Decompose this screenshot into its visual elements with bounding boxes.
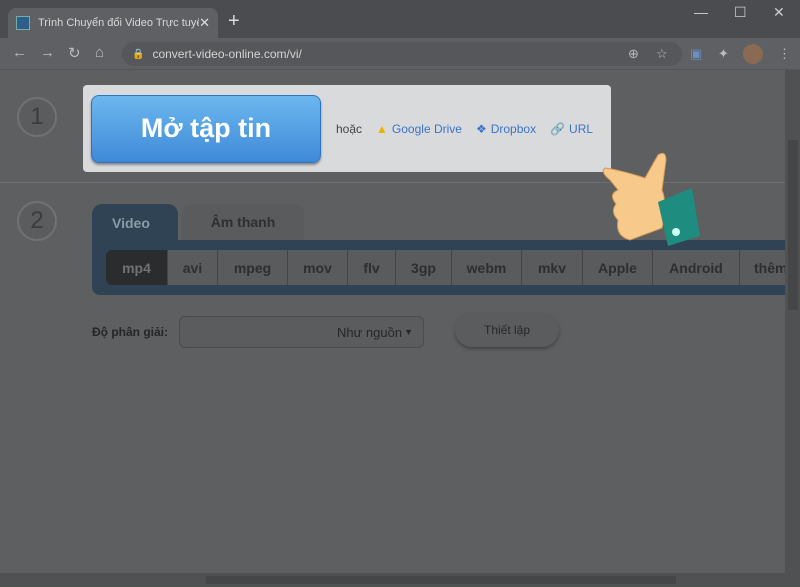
format-list: mp4 avi mpeg mov flv 3gp webm mkv Apple … bbox=[106, 250, 785, 285]
maximize-icon[interactable]: ☐ bbox=[734, 4, 747, 21]
translate-icon[interactable]: ▣ bbox=[690, 46, 702, 62]
minimize-icon[interactable]: — bbox=[694, 4, 708, 20]
url-label: URL bbox=[569, 121, 594, 136]
tab-title: Trình Chuyển đổi Video Trực tuyến bbox=[38, 17, 200, 29]
extensions-icon[interactable]: ✦ bbox=[718, 46, 729, 62]
browser-tab-bar: Trình Chuyển đổi Video Trực tuyến ✕ + — … bbox=[0, 0, 800, 38]
back-icon[interactable]: ← bbox=[12, 44, 27, 61]
horizontal-scroll-thumb[interactable] bbox=[206, 576, 676, 584]
format-mkv[interactable]: mkv bbox=[522, 250, 583, 285]
link-icon: 🔗 bbox=[550, 121, 566, 136]
open-file-section: Mở tập tin hoặc ▲ Google Drive ❖ Dropbox 🔗… bbox=[83, 85, 611, 172]
avatar[interactable] bbox=[743, 44, 763, 64]
format-mov[interactable]: mov bbox=[288, 250, 348, 285]
format-android[interactable]: Android bbox=[653, 250, 740, 285]
close-tab-icon[interactable]: ✕ bbox=[199, 15, 210, 31]
format-mp4[interactable]: mp4 bbox=[106, 250, 168, 285]
favicon-icon bbox=[16, 16, 30, 30]
format-mpeg[interactable]: mpeg bbox=[218, 250, 288, 285]
vertical-scroll-thumb[interactable] bbox=[788, 140, 798, 310]
url-link[interactable]: 🔗 URL bbox=[550, 122, 593, 136]
dropbox-label: Dropbox bbox=[490, 121, 537, 136]
resolution-value: Như nguồn bbox=[336, 324, 403, 340]
pointing-hand-icon bbox=[602, 152, 700, 246]
dropbox-link[interactable]: ❖ Dropbox bbox=[476, 122, 536, 136]
tab-audio[interactable]: Âm thanh bbox=[182, 204, 304, 240]
tab-video[interactable]: Video bbox=[92, 204, 178, 244]
format-3gp[interactable]: 3gp bbox=[396, 250, 452, 285]
url-text: convert-video-online.com/vi/ bbox=[152, 47, 302, 61]
google-drive-label: Google Drive bbox=[391, 121, 462, 136]
close-window-icon[interactable]: ✕ bbox=[773, 4, 785, 21]
dropbox-icon: ❖ bbox=[475, 121, 487, 136]
new-tab-icon[interactable]: + bbox=[228, 10, 240, 33]
format-flv[interactable]: flv bbox=[348, 250, 396, 285]
home-icon[interactable]: ⌂ bbox=[95, 44, 104, 61]
format-more[interactable]: thêm bbox=[740, 250, 785, 285]
star-icon[interactable]: ☆ bbox=[656, 46, 668, 62]
step-2: 2 bbox=[17, 201, 57, 241]
address-bar[interactable]: 🔒 convert-video-online.com/vi/ bbox=[122, 42, 682, 66]
forward-icon[interactable]: → bbox=[40, 44, 55, 61]
resolution-label: Độ phân giải: bbox=[92, 325, 168, 339]
step-1: 1 bbox=[17, 97, 57, 137]
resolution-select[interactable]: Như nguồn ▼ bbox=[179, 316, 424, 348]
menu-icon[interactable]: ⋮ bbox=[778, 46, 791, 62]
lock-icon: 🔒 bbox=[132, 48, 145, 60]
open-file-button[interactable]: Mở tập tin bbox=[91, 94, 321, 163]
browser-tab[interactable]: Trình Chuyển đổi Video Trực tuyến ✕ bbox=[8, 8, 218, 38]
google-drive-icon: ▲ bbox=[376, 121, 388, 136]
settings-button[interactable]: Thiết lập bbox=[455, 313, 559, 347]
format-webm[interactable]: webm bbox=[452, 250, 522, 285]
format-avi[interactable]: avi bbox=[168, 250, 218, 285]
format-apple[interactable]: Apple bbox=[583, 250, 653, 285]
chevron-down-icon: ▼ bbox=[404, 327, 413, 337]
zoom-icon[interactable]: ⊕ bbox=[628, 46, 639, 62]
or-label: hoặc bbox=[336, 121, 363, 136]
reload-icon[interactable]: ↻ bbox=[68, 44, 81, 62]
google-drive-link[interactable]: ▲ Google Drive bbox=[376, 122, 462, 136]
